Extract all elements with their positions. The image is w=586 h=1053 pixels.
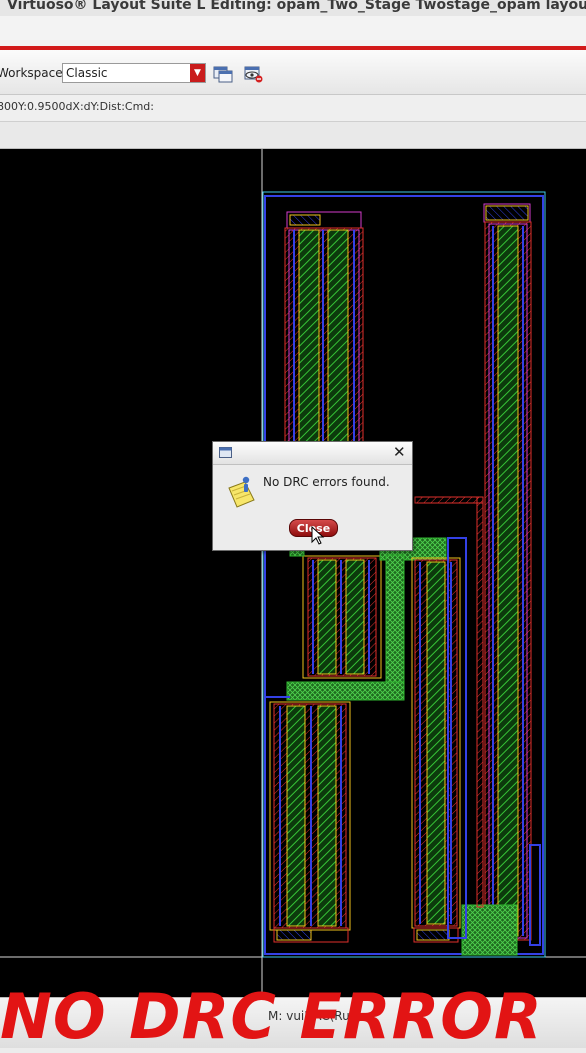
window-title: Virtuoso® Layout Suite L Editing: opam_T… <box>7 0 586 13</box>
overlay-caption: NO DRC ERROR <box>0 980 543 1053</box>
layout-drawing <box>0 149 586 997</box>
info-note-icon <box>228 476 255 508</box>
window-icon <box>219 447 232 458</box>
layout-canvas[interactable] <box>0 149 586 997</box>
workspace-value: Classic <box>66 66 108 80</box>
mouse-cursor-icon <box>311 526 325 545</box>
dialog-message: No DRC errors found. <box>263 475 390 489</box>
workspace-select[interactable]: Classic ▼ <box>62 63 206 83</box>
coordinate-readout: 800Y:0.9500dX:dY:Dist:Cmd: <box>0 100 154 113</box>
workspace-view-icon[interactable] <box>244 65 264 83</box>
workspace-save-icon[interactable] <box>213 65 233 83</box>
title-bar: Virtuoso® Layout Suite L Editing: opam_T… <box>0 0 586 16</box>
menu-bar <box>0 16 586 46</box>
coordinate-bar: 800Y:0.9500dX:dY:Dist:Cmd: <box>0 95 586 122</box>
toolbar: Workspace: Classic ▼ <box>0 50 586 95</box>
chevron-down-icon[interactable]: ▼ <box>190 64 205 82</box>
workspace-label: Workspace: <box>0 66 67 80</box>
close-icon[interactable]: ✕ <box>393 443 406 461</box>
tab-strip <box>0 122 586 149</box>
dialog-title-bar[interactable]: ✕ <box>213 442 412 465</box>
